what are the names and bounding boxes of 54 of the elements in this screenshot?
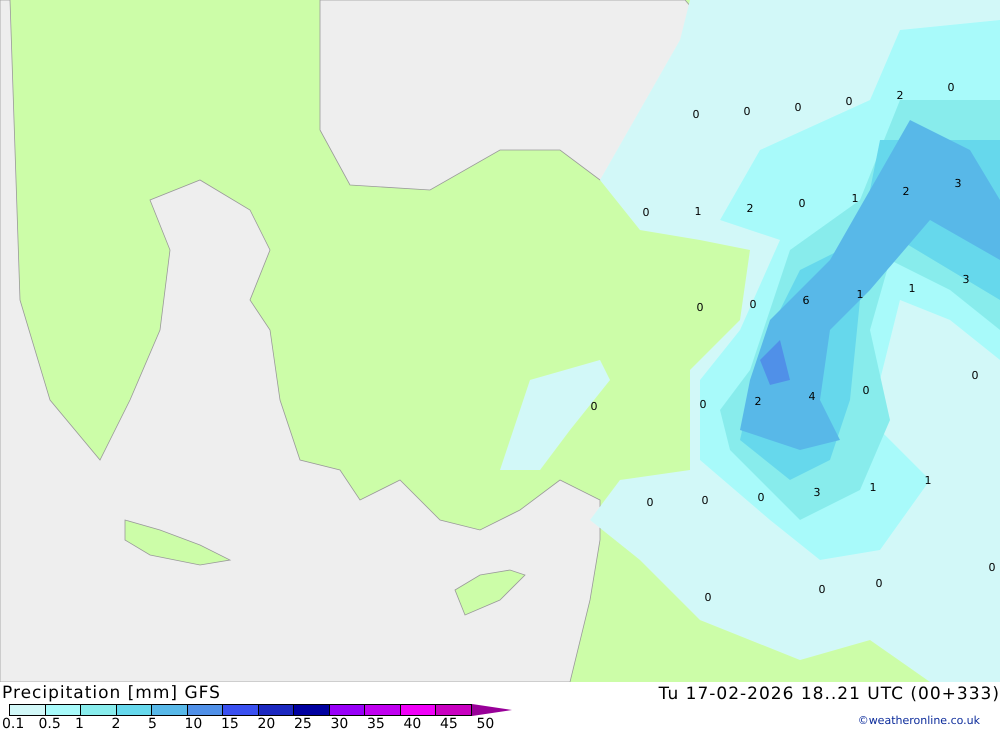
timestamp: Tu 17-02-2026 18..21 UTC (00+333) [658, 683, 1000, 706]
precip-value: 0 [692, 108, 700, 121]
legend-tick-label: 15 [221, 716, 239, 732]
precip-value: 0 [590, 400, 598, 413]
chart-title: Precipitation [mm] GFS [2, 682, 222, 704]
precip-value: 2 [746, 202, 754, 215]
legend-tick-label: 45 [440, 716, 458, 732]
precip-value: 1 [924, 474, 932, 487]
precip-value: 0 [972, 369, 978, 382]
legend-tick-label: 35 [367, 716, 385, 732]
legend-tick-label: 50 [476, 716, 494, 732]
legend-tick-label: 1 [75, 716, 84, 732]
island-shape [454, 570, 526, 616]
precip-value: 0 [646, 496, 654, 509]
legend-tick-label: 0.1 [2, 716, 24, 732]
legend-tick-label: 30 [330, 716, 348, 732]
precip-value: 1 [694, 205, 702, 218]
precip-value: 0 [948, 81, 954, 94]
precip-value: 3 [962, 273, 970, 286]
precip-value: 1 [908, 282, 916, 295]
precip-value: 4 [808, 390, 816, 403]
precip-value: 1 [852, 192, 858, 205]
precip-value: 0 [818, 583, 826, 596]
precip-value: 0 [744, 105, 750, 118]
precip-value: 1 [870, 481, 876, 494]
precip-value: 2 [902, 185, 910, 198]
legend-arrow-icon [472, 704, 512, 716]
precip-value: 0 [696, 301, 704, 314]
precip-value: 0 [758, 491, 764, 504]
precip-value: 0 [846, 95, 852, 108]
precip-value: 0 [798, 197, 806, 210]
legend-tick-label: 20 [258, 716, 276, 732]
legend-tick-label: 40 [404, 716, 422, 732]
precip-value: 0 [862, 384, 870, 397]
precip-value: 0 [702, 494, 708, 507]
precip-value: 0 [642, 206, 650, 219]
legend-tick-label: 10 [184, 716, 202, 732]
precip-value: 6 [802, 294, 810, 307]
precip-value: 0 [988, 561, 996, 574]
legend-tick-label: 0.5 [38, 716, 61, 732]
legend-tick-label: 5 [148, 716, 157, 732]
precip-value: 0 [704, 591, 712, 604]
precip-value: 0 [700, 398, 706, 411]
precip-value: 3 [954, 177, 962, 190]
precip-value: 0 [750, 298, 756, 311]
precip-value: 2 [896, 89, 904, 102]
precip-value: 0 [794, 101, 802, 114]
credit-link[interactable]: ©weatheronline.co.uk [858, 714, 980, 727]
precip-value: 1 [856, 288, 864, 301]
precip-value: 3 [814, 486, 820, 499]
precip-value: 2 [754, 395, 762, 408]
legend-tick-label: 25 [294, 716, 312, 732]
legend-tick-label: 2 [112, 716, 120, 732]
precip-value: 0 [876, 577, 882, 590]
